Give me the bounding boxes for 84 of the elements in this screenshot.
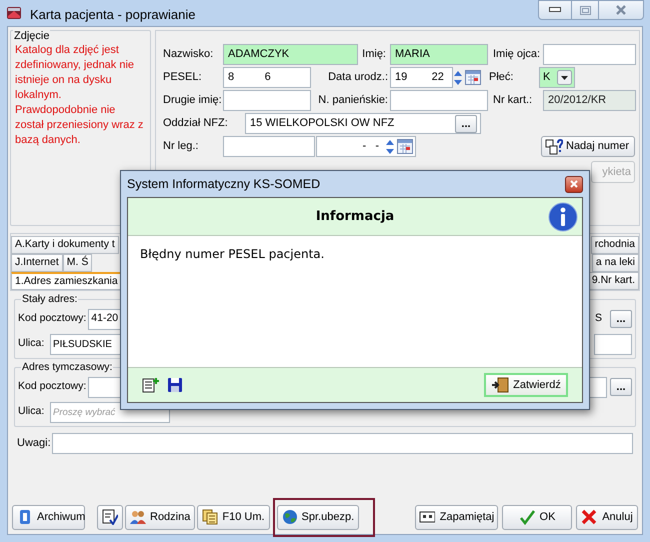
calendar-icon xyxy=(397,139,413,154)
field-value: 15 WIELKOPOLSKI OW NFZ xyxy=(250,116,394,132)
confirm-button[interactable]: Zatwierdź xyxy=(484,373,568,397)
text-field[interactable] xyxy=(52,433,633,454)
cross-icon xyxy=(581,509,598,525)
group-legend: Zdjęcie xyxy=(13,28,50,44)
footer-button[interactable]: OK xyxy=(502,504,572,530)
text-field[interactable]: MARIA xyxy=(390,44,488,65)
footer-button[interactable]: F10 Um. xyxy=(197,504,270,530)
close-icon xyxy=(570,180,578,188)
photo-warning: Katalog dla zdjęć jest zdefiniowany, jednak nie istnieje on na dysku lokalnym. Prawdopodobnie nie został przeniesiony wraz z bazą danych. xyxy=(15,43,144,148)
browse-button[interactable]: ... xyxy=(610,310,632,328)
field-label: Nr kart.: xyxy=(492,93,534,108)
text-field[interactable] xyxy=(594,334,632,354)
save-icon xyxy=(167,377,183,393)
field-label: Nazwisko: xyxy=(163,47,214,62)
spin-icon xyxy=(385,138,395,154)
minimize-icon xyxy=(549,7,561,13)
field-label: Drugie imię: xyxy=(163,93,223,108)
close-button[interactable] xyxy=(565,176,583,192)
field-label: PESEL: xyxy=(163,70,203,86)
people-icon xyxy=(130,509,146,525)
card-icon xyxy=(418,509,435,525)
door-arrow-icon xyxy=(491,377,510,393)
check-icon xyxy=(518,509,535,525)
browse-button[interactable]: ... xyxy=(455,114,477,132)
text-field[interactable]: 8 6 xyxy=(223,67,311,88)
close-icon xyxy=(615,5,627,15)
field-label: Kod pocztowy: xyxy=(18,379,88,394)
text-field[interactable]: ADAMCZYK xyxy=(223,44,358,65)
field-label: Uwagi: xyxy=(16,436,52,452)
dialog-message: Błędny numer PESEL pacjenta. xyxy=(140,246,326,263)
minimize-button[interactable] xyxy=(538,0,572,20)
tab[interactable]: M. Ś xyxy=(62,254,92,272)
text-field[interactable] xyxy=(543,44,636,65)
dialog-heading: Informacja xyxy=(316,208,394,226)
field-label: Nr leg.: xyxy=(163,139,200,154)
maximize-icon xyxy=(580,6,590,14)
field-value: S xyxy=(594,311,602,326)
tab[interactable]: a na leki xyxy=(592,254,639,272)
assign-number-button[interactable]: Nadaj numer xyxy=(541,136,635,157)
dialog-title: System Informatyczny KS-SOMED xyxy=(127,176,320,193)
calendar-icon xyxy=(465,70,481,85)
globe-icon xyxy=(282,509,298,525)
dropdown-value: K xyxy=(543,70,550,86)
nfz-field[interactable]: 15 WIELKOPOLSKI OW NFZ ... xyxy=(245,113,481,134)
date-field[interactable]: - - xyxy=(316,136,416,157)
text-field[interactable] xyxy=(223,90,311,111)
maximize-button[interactable] xyxy=(572,0,598,20)
tab[interactable]: A.Karty i dokumenty t xyxy=(11,236,119,254)
footer-button[interactable]: Rodzina xyxy=(125,504,196,530)
browse-button[interactable]: ... xyxy=(610,378,632,396)
footer-button[interactable]: Archiwum xyxy=(12,504,85,530)
numbered-question-icon xyxy=(545,138,563,154)
field-label: Oddział NFZ: xyxy=(163,116,229,132)
field-label: Data urodz.: xyxy=(327,70,389,86)
info-icon xyxy=(548,202,578,232)
field-label: Imię: xyxy=(361,47,387,62)
sex-dropdown[interactable]: K xyxy=(539,67,575,88)
text-field[interactable] xyxy=(223,136,315,157)
footer-button[interactable]: Zapamiętaj xyxy=(415,504,498,530)
field-label: Ulica: xyxy=(18,404,46,420)
icon-button[interactable] xyxy=(97,504,123,530)
tab[interactable]: rchodnia xyxy=(590,236,639,254)
text-field[interactable]: 20/2012/KR xyxy=(543,90,636,111)
app-icon xyxy=(6,5,22,21)
tab[interactable]: 9.Nr kart. xyxy=(588,272,639,290)
add-document-icon xyxy=(142,377,159,393)
tab[interactable]: J.Internet xyxy=(11,254,63,272)
field-label: N. panieńskie: xyxy=(317,93,389,108)
text-field[interactable]: 19 22 xyxy=(390,67,453,88)
footer-button[interactable]: Spr.ubezp. xyxy=(276,504,360,530)
text-field[interactable] xyxy=(390,90,488,111)
footer-button[interactable]: Anuluj xyxy=(576,504,638,530)
window-title: Karta pacjenta - poprawianie xyxy=(30,6,196,24)
field-label: Imię ojca: xyxy=(492,47,542,62)
field-label: Płeć: xyxy=(488,70,514,86)
checklist-icon xyxy=(102,509,118,525)
field-value: - - xyxy=(362,139,379,154)
field-label: Ulica: xyxy=(18,336,46,352)
documents-icon xyxy=(202,509,218,525)
cabinet-icon xyxy=(17,509,33,525)
field-label: Kod pocztowy: xyxy=(18,311,88,326)
tab[interactable]: 1.Adres zamieszkania xyxy=(11,272,122,290)
